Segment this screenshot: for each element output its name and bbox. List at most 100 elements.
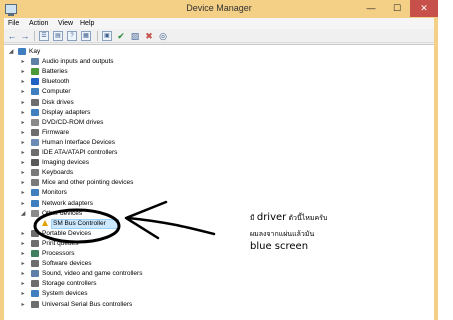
tree-item-label: Sound, video and game controllers bbox=[42, 270, 143, 278]
expand-icon[interactable]: ▸ bbox=[20, 128, 26, 138]
annotation-line-1: มี driver ตัวนี้ไหมครับ bbox=[250, 212, 327, 224]
menu-file[interactable]: File bbox=[8, 18, 19, 29]
menu-view[interactable]: View bbox=[58, 18, 73, 29]
menu-bar: File Action View Help bbox=[4, 18, 434, 29]
expand-icon[interactable]: ▸ bbox=[20, 229, 26, 239]
expand-icon[interactable]: ▸ bbox=[20, 118, 26, 128]
expand-icon[interactable]: ▸ bbox=[20, 279, 26, 289]
tree-item-label: Disk drives bbox=[42, 98, 74, 106]
sound-icon bbox=[31, 270, 39, 278]
annotation-line-1-driver: driver bbox=[256, 212, 287, 223]
tree-item-label: Imaging devices bbox=[42, 159, 89, 167]
annotation-line-1-prefix: มี bbox=[250, 214, 257, 222]
expand-icon[interactable]: ▸ bbox=[20, 148, 26, 158]
device-tree: ◢ Kay ▸ Audio inputs and outputs ▸ Batteries ▸… bbox=[4, 44, 434, 320]
menu-action[interactable]: Action bbox=[29, 18, 48, 29]
properties-icon[interactable]: ▤ bbox=[53, 31, 63, 41]
firmware-icon bbox=[31, 128, 39, 136]
display-icon bbox=[31, 108, 39, 116]
tree-root-label: Kay bbox=[29, 48, 41, 55]
tree-item-label: System devices bbox=[42, 290, 88, 298]
tree-item-label: Keyboards bbox=[42, 169, 74, 177]
expand-icon[interactable]: ▸ bbox=[20, 269, 26, 279]
system-icon bbox=[31, 290, 39, 298]
tree-item-label: Processors bbox=[42, 250, 75, 257]
monitor-icon bbox=[31, 189, 39, 197]
tree-item-label: Computer bbox=[42, 88, 71, 96]
expand-icon[interactable]: ▸ bbox=[20, 57, 26, 67]
expand-icon[interactable]: ▸ bbox=[20, 108, 26, 118]
tree-item-label: Bluetooth bbox=[42, 78, 70, 86]
portable-icon bbox=[31, 229, 39, 237]
expand-icon[interactable]: ▸ bbox=[20, 289, 26, 299]
tree-item-label: Mice and other pointing devices bbox=[42, 179, 134, 187]
processor-icon bbox=[31, 250, 39, 257]
collapse-icon[interactable]: ◢ bbox=[8, 47, 14, 57]
storage-icon bbox=[31, 280, 39, 288]
minimize-button[interactable]: — bbox=[358, 0, 384, 17]
tree-item-label: Monitors bbox=[42, 189, 67, 197]
expand-icon[interactable]: ▸ bbox=[20, 168, 26, 178]
warning-icon bbox=[42, 219, 48, 226]
device-list-icon[interactable]: ☰ bbox=[39, 31, 49, 41]
network-icon bbox=[31, 199, 39, 207]
expand-icon[interactable]: ▸ bbox=[20, 77, 26, 87]
expand-icon[interactable]: ▸ bbox=[20, 199, 26, 209]
maximize-button[interactable]: ☐ bbox=[384, 0, 410, 17]
forward-arrow-icon[interactable]: → bbox=[20, 31, 30, 41]
dvd-icon bbox=[31, 118, 39, 126]
collapse-icon[interactable]: ◢ bbox=[20, 209, 26, 219]
computer-icon[interactable]: ▣ bbox=[102, 31, 112, 41]
tree-item-label: Audio inputs and outputs bbox=[42, 58, 114, 66]
expand-icon[interactable]: ▸ bbox=[20, 138, 26, 148]
expand-icon[interactable]: ▸ bbox=[20, 87, 26, 97]
menu-help[interactable]: Help bbox=[80, 18, 94, 29]
tree-item-label: IDE ATA/ATAPI controllers bbox=[42, 149, 118, 156]
tree-item-label: Storage controllers bbox=[42, 280, 97, 288]
tree-item-label: Network adapters bbox=[42, 199, 93, 207]
help-icon[interactable]: ? bbox=[67, 31, 77, 41]
usb-icon bbox=[31, 300, 39, 308]
expand-icon[interactable]: ▸ bbox=[20, 259, 26, 269]
expand-icon[interactable]: ▸ bbox=[20, 239, 26, 249]
annotation-line-2: ผมลงจากแผ่นแล้วมัน bbox=[250, 230, 315, 238]
tree-item-label: DVD/CD-ROM drives bbox=[42, 118, 104, 126]
expand-icon[interactable]: ▸ bbox=[20, 98, 26, 108]
expand-icon[interactable]: ▸ bbox=[20, 188, 26, 198]
scan-hardware-icon[interactable]: ◎ bbox=[158, 31, 168, 41]
annotation-line-3: blue screen bbox=[250, 241, 309, 252]
device-manager-window: Device Manager — ☐ ✕ File Action View He… bbox=[0, 0, 438, 320]
unknown-device-icon bbox=[31, 209, 39, 217]
title-bar[interactable]: Device Manager — ☐ ✕ bbox=[0, 0, 438, 18]
tree-item-label: Other devices bbox=[42, 209, 83, 217]
disk-icon bbox=[31, 98, 39, 106]
hid-icon bbox=[31, 138, 39, 146]
tree-item-label: Firmware bbox=[42, 128, 70, 136]
expand-icon[interactable]: ▸ bbox=[20, 300, 26, 310]
tree-item-label: Batteries bbox=[42, 68, 68, 76]
expand-icon[interactable]: ▸ bbox=[20, 158, 26, 168]
disable-device-icon[interactable]: ▨ bbox=[130, 31, 140, 41]
tree-item-label: Software devices bbox=[42, 260, 92, 268]
annotation-line-1-suffix: ตัวนี้ไหมครับ bbox=[286, 214, 328, 222]
tree-item-label: Human Interface Devices bbox=[42, 138, 115, 146]
expand-icon[interactable]: ▸ bbox=[20, 249, 26, 259]
uninstall-icon[interactable]: ✖ bbox=[144, 31, 154, 41]
expand-icon[interactable]: ▸ bbox=[20, 178, 26, 188]
update-driver-icon[interactable]: ✔ bbox=[116, 31, 126, 41]
mouse-icon bbox=[31, 179, 39, 187]
toolbar-separator bbox=[97, 31, 98, 41]
controller-icon bbox=[31, 149, 39, 156]
tree-item-label: SM Bus Controller bbox=[53, 219, 106, 227]
toolbar: ← → ☰ ▤ ? ▦ ▣ ✔ ▨ ✖ ◎ bbox=[4, 29, 434, 43]
speaker-icon bbox=[31, 58, 39, 66]
printer-icon bbox=[31, 239, 39, 247]
computer-icon bbox=[31, 88, 39, 96]
tree-item-label: Print queues bbox=[42, 239, 79, 247]
back-arrow-icon[interactable]: ← bbox=[7, 31, 17, 41]
camera-icon bbox=[31, 159, 39, 167]
bluetooth-icon bbox=[31, 78, 39, 86]
expand-icon[interactable]: ▸ bbox=[20, 67, 26, 77]
close-button[interactable]: ✕ bbox=[410, 0, 438, 17]
show-hidden-icon[interactable]: ▦ bbox=[81, 31, 91, 41]
